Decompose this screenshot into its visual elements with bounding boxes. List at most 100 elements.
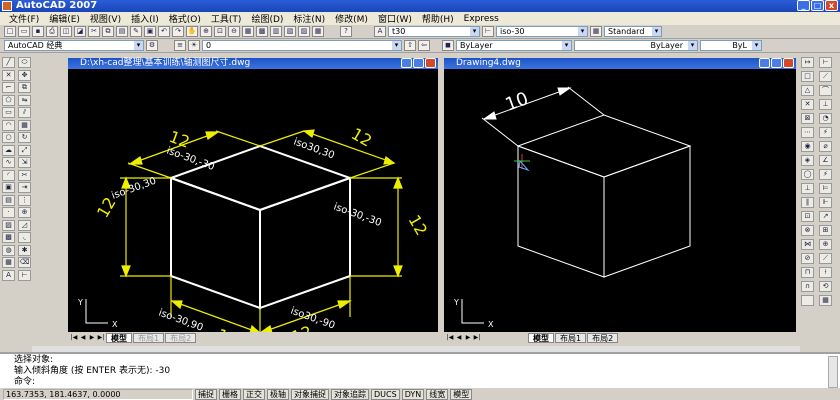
menu-dimension[interactable]: 标注(N) [288, 12, 330, 25]
menu-format[interactable]: 格式(O) [164, 12, 206, 25]
snap-midpoint-icon[interactable]: △ [801, 85, 814, 96]
last-tab-icon[interactable]: ▶| [473, 334, 481, 342]
break-icon[interactable]: ⋮ [18, 194, 31, 206]
chamfer-icon[interactable]: ◿ [18, 219, 31, 231]
snap-endpoint-icon[interactable]: □ [801, 71, 814, 82]
tab-layout2[interactable]: 布局2 [587, 333, 619, 343]
help-icon[interactable]: ? [340, 26, 352, 37]
fillet-icon[interactable]: ◟ [18, 232, 31, 243]
snap-extension-icon[interactable]: ⋯ [801, 127, 814, 138]
dim-style-icon[interactable]: ⊢ [482, 26, 494, 37]
magnet-icon[interactable]: ∩ [801, 281, 814, 292]
tab-model[interactable]: 模型 [528, 333, 554, 343]
gradient-icon[interactable]: ▩ [2, 232, 15, 243]
layer-previous-icon[interactable]: ⇦ [418, 40, 430, 51]
properties-icon[interactable]: ▦ [242, 26, 254, 37]
tool-palettes-icon[interactable]: ▥ [270, 26, 282, 37]
first-tab-icon[interactable]: |◀ [446, 334, 454, 342]
next-tab-icon[interactable]: ▶ [88, 334, 96, 342]
menu-edit[interactable]: 编辑(E) [44, 12, 85, 25]
dim-update-icon[interactable]: ⟲ [819, 281, 832, 292]
lineweight-toggle[interactable]: 线宽 [426, 388, 449, 400]
rotate-icon[interactable]: ↻ [18, 132, 31, 143]
polar-toggle[interactable]: 极轴 [267, 388, 289, 400]
preview-icon[interactable]: ◫ [60, 26, 72, 37]
make-block-icon[interactable]: ▤ [2, 194, 15, 206]
join-icon[interactable]: ⊕ [18, 207, 31, 218]
dimtedit-icon[interactable]: ⟊ [819, 267, 832, 278]
model-toggle[interactable]: 模型 [450, 388, 473, 400]
explode-icon[interactable]: ✱ [18, 244, 31, 256]
paste-icon[interactable]: ▤ [116, 26, 128, 37]
save-icon[interactable]: ▪ [32, 26, 44, 37]
print-icon[interactable]: ⎙ [46, 26, 58, 37]
markup-icon[interactable]: ▨ [298, 26, 310, 37]
tab-layout1[interactable]: 布局1 [133, 333, 165, 343]
calculator-icon[interactable]: ▦ [312, 26, 324, 37]
menu-insert[interactable]: 插入(I) [126, 12, 164, 25]
cut-icon[interactable]: ✂ [88, 26, 100, 37]
command-window[interactable]: 选择对象: 输入倾斜角度 (按 ENTER 表示无): -30 命令: [0, 352, 840, 388]
continue-dim-icon[interactable]: ⊩ [819, 197, 832, 208]
color-icon[interactable]: ◼ [442, 40, 454, 51]
drawing-window-right[interactable]: Drawing4.dwg 10 Y X |◀ ◀ ▶ ▶| 模型 布局1 布局2 [442, 56, 798, 346]
minimize-button[interactable] [759, 58, 770, 68]
snap-parallel-icon[interactable]: ∥ [801, 197, 814, 208]
block-editor-icon[interactable]: ▣ [144, 26, 156, 37]
extend-icon[interactable]: ⇥ [18, 182, 31, 193]
snap-temp-icon[interactable]: ↦ [801, 57, 814, 68]
snap-quadrant-icon[interactable]: ◈ [801, 155, 814, 166]
move-icon[interactable]: ✥ [18, 69, 31, 81]
open-icon[interactable]: ▭ [18, 26, 30, 37]
angular-dim-icon[interactable]: ∠ [819, 155, 832, 166]
scale-icon[interactable]: ⤢ [18, 144, 31, 156]
diameter-dim-icon[interactable]: ⌀ [819, 141, 832, 152]
rectangle-icon[interactable]: ▭ [2, 107, 15, 118]
ortho-toggle[interactable]: 正交 [243, 388, 265, 400]
linear-dim-icon[interactable]: ⊢ [819, 57, 832, 68]
table-icon[interactable]: ▦ [2, 257, 15, 268]
restore-button[interactable] [771, 58, 782, 68]
ellipse-icon[interactable]: ⬭ [18, 57, 31, 68]
circle-icon[interactable]: ○ [2, 132, 15, 143]
menu-file[interactable]: 文件(F) [4, 12, 44, 25]
command-scrollbar[interactable] [828, 356, 838, 388]
model-space-canvas[interactable]: 10 Y X [444, 69, 796, 335]
grid-toggle[interactable]: 栅格 [219, 388, 241, 400]
hatch-icon[interactable]: ▨ [2, 219, 15, 231]
aligned-dim-icon[interactable]: ⟋ [819, 71, 832, 82]
design-center-icon[interactable]: ▩ [256, 26, 268, 37]
line-icon[interactable]: ╱ [2, 57, 15, 68]
offset-icon[interactable]: ⫽ [18, 107, 31, 118]
close-button[interactable]: x [825, 0, 838, 11]
workspace-select[interactable]: AutoCAD 经典 [4, 40, 144, 51]
otrack-toggle[interactable]: 对象追踪 [331, 388, 369, 400]
quick-dim-icon[interactable]: ⚡ [819, 169, 832, 180]
layer-manager-icon[interactable]: ≡ [174, 40, 186, 51]
restore-button[interactable] [413, 58, 424, 68]
snap-none-icon[interactable]: ⊘ [801, 253, 814, 264]
layer-state-icon[interactable]: ☀ [188, 40, 200, 51]
arc-length-icon[interactable]: ⌒ [819, 85, 832, 96]
model-space-canvas[interactable]: 12 12 12 12 12 12 iso-30,-30 iso30,30 is… [68, 69, 438, 335]
new-icon[interactable]: □ [4, 26, 16, 37]
prev-tab-icon[interactable]: ◀ [79, 334, 87, 342]
lineweight-select[interactable]: ByL [700, 40, 762, 51]
ellipse-arc-icon[interactable]: ◜ [2, 169, 15, 181]
arc-icon[interactable]: ◠ [2, 119, 15, 131]
snap-perpendicular-icon[interactable]: ⊥ [801, 183, 814, 194]
close-button[interactable] [425, 58, 436, 68]
polygon-icon[interactable]: ⬠ [2, 94, 15, 106]
stretch-icon[interactable]: ⇲ [18, 157, 31, 168]
dimension-icon[interactable]: ⊢ [18, 269, 31, 281]
snap-settings-icon[interactable]: ⊓ [801, 267, 814, 278]
snap-insert-icon[interactable]: ⊡ [801, 211, 814, 222]
trim-icon[interactable]: ✂ [18, 169, 31, 181]
snap-center-icon[interactable]: ◉ [801, 141, 814, 152]
erase-icon[interactable]: ⌫ [18, 257, 31, 268]
text-style-icon[interactable]: A [374, 26, 386, 37]
polyline-icon[interactable]: ⌐ [2, 82, 15, 93]
revcloud-icon[interactable]: ☁ [2, 144, 15, 156]
table-style-select[interactable]: Standard [604, 26, 662, 37]
maximize-button[interactable]: □ [811, 0, 824, 11]
